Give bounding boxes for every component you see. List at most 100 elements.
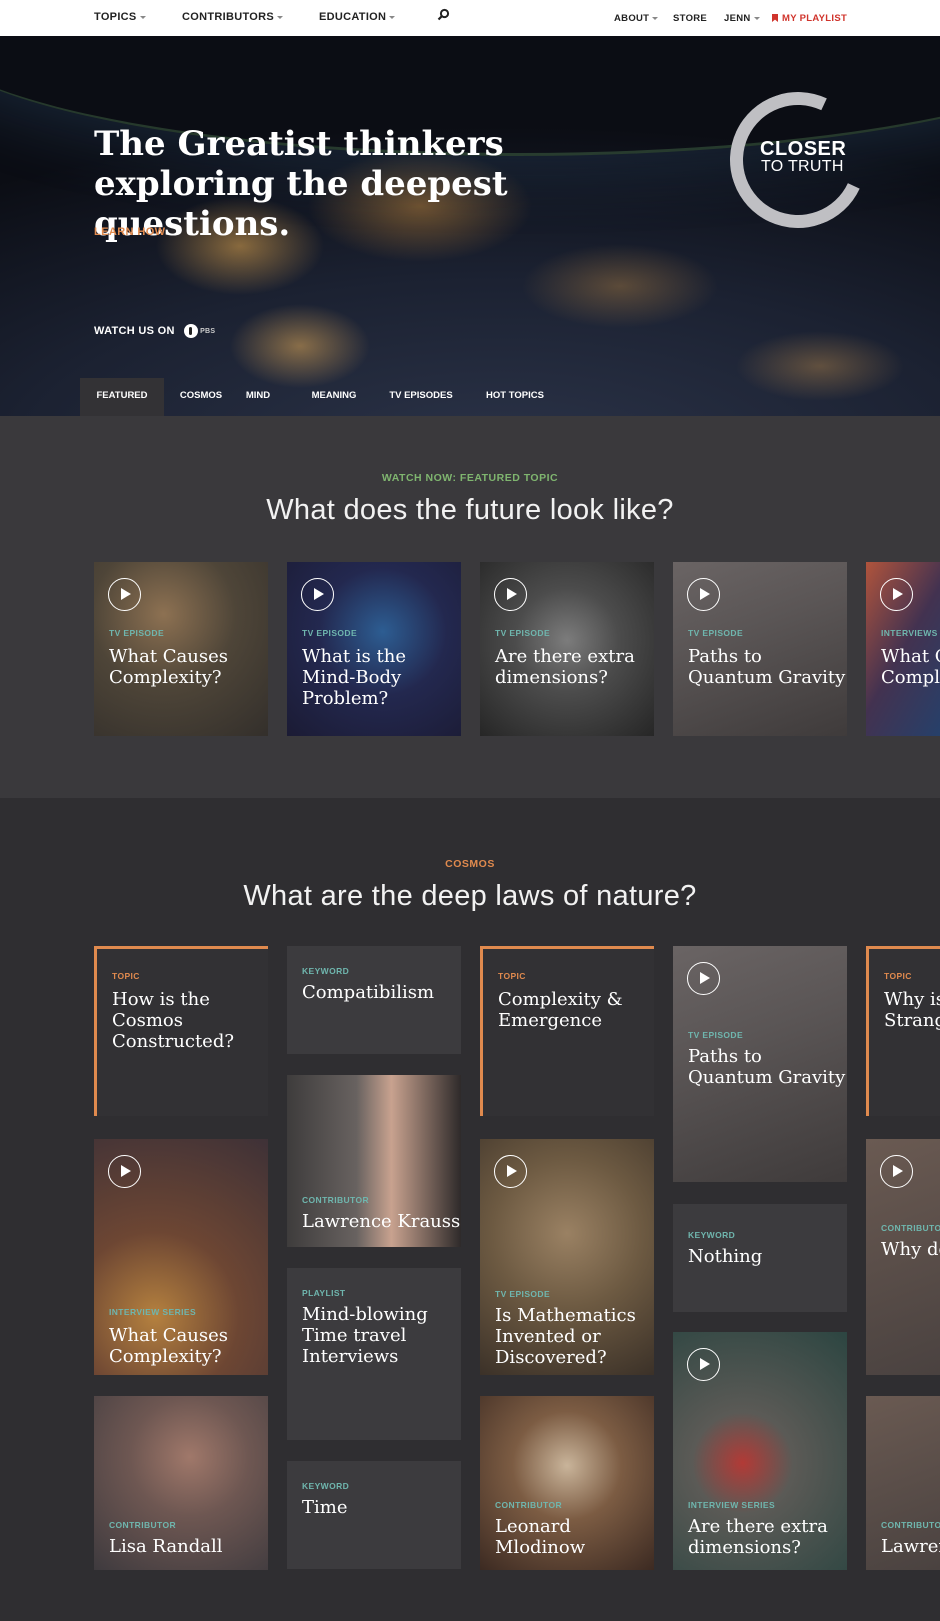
featured-card[interactable]: INTERVIEWS What Causes Complexity? (866, 562, 940, 736)
card-tag: TV EPISODE (109, 628, 165, 638)
featured-card[interactable]: TV EPISODE Are there extra dimensions? (480, 562, 654, 736)
watch-us-on-label: WATCH US ON (94, 324, 175, 337)
play-icon (687, 1348, 720, 1381)
card-title: How is the Cosmos Constructed? (112, 989, 235, 1052)
featured-section: WATCH NOW: FEATURED TOPIC What does the … (0, 416, 940, 798)
video-card[interactable]: TV EPISODE Paths to Quantum Gravity (673, 946, 847, 1182)
tab-featured[interactable]: FEATURED (80, 378, 164, 416)
nav-education[interactable]: EDUCATION (319, 11, 396, 23)
play-icon (687, 578, 720, 611)
topic-card[interactable]: TOPIC Complexity & Emergence (480, 946, 654, 1116)
playlist-card[interactable]: PLAYLIST Mind-blowing Time travel Interv… (287, 1268, 461, 1440)
nav-education-label: EDUCATION (319, 11, 387, 23)
contributor-card[interactable]: CONTRIBUTOR Lisa Randall (94, 1396, 268, 1570)
topic-card[interactable]: TOPIC How is the Cosmos Constructed? (94, 946, 268, 1116)
tab-meaning[interactable]: MEANING (306, 378, 362, 416)
card-title: Mind-blowing Time travel Interviews (302, 1304, 428, 1367)
card-tag: TOPIC (884, 971, 912, 981)
keyword-card[interactable]: KEYWORD Nothing (673, 1204, 847, 1312)
card-tag: TV EPISODE (495, 628, 551, 638)
nav-playlist-label: MY PLAYLIST (782, 13, 848, 24)
keyword-card[interactable]: KEYWORD Compatibilism (287, 946, 461, 1054)
card-tag: INTERVIEW SERIES (688, 1500, 776, 1510)
closer-to-truth-logo[interactable]: CLOSER TO TRUTH (710, 72, 886, 248)
featured-card[interactable]: TV EPISODE What is the Mind-Body Problem… (287, 562, 461, 736)
nav-about[interactable]: ABOUT (614, 13, 659, 24)
play-icon (880, 578, 913, 611)
card-tag: CONTRIBUTOR (109, 1520, 177, 1530)
card-title: Lawren (881, 1536, 940, 1557)
card-title: Leonard Mlodinow (495, 1516, 586, 1558)
nav-user[interactable]: JENN (724, 13, 760, 24)
card-title: Why do for sym (881, 1239, 940, 1260)
topic-card[interactable]: TOPIC Why is Quantum Strange? (866, 946, 940, 1116)
card-title: What Causes Complexity? (109, 646, 229, 688)
card-title: Are there extra dimensions? (495, 646, 635, 688)
video-card[interactable]: INTERVIEW SERIES Are there extra dimensi… (673, 1332, 847, 1570)
keyword-card[interactable]: KEYWORD Time (287, 1461, 461, 1569)
contributor-card[interactable]: CONTRIBUTOR Leonard Mlodinow (480, 1396, 654, 1570)
card-tag: TOPIC (498, 971, 526, 981)
chevron-down-icon (753, 16, 760, 20)
featured-eyebrow: WATCH NOW: FEATURED TOPIC (381, 472, 559, 484)
nav-topics[interactable]: TOPICS (94, 11, 146, 23)
nav-my-playlist[interactable]: MY PLAYLIST (772, 13, 847, 24)
cosmos-section: COSMOS What are the deep laws of nature?… (0, 798, 940, 1621)
play-icon (687, 962, 720, 995)
watch-us-on: WATCH US ON PBS (94, 324, 215, 338)
tab-mind[interactable]: MIND (240, 378, 276, 416)
card-title: Compatibilism (302, 982, 435, 1003)
card-tag: TV EPISODE (688, 1030, 744, 1040)
card-tag: TOPIC (112, 971, 140, 981)
search-icon (437, 8, 450, 21)
card-title: Paths to Quantum Gravity (688, 646, 846, 688)
play-icon (301, 578, 334, 611)
cosmos-heading: What are the deep laws of nature? (243, 880, 697, 912)
cosmos-eyebrow: COSMOS (445, 858, 495, 870)
card-title: Lisa Randall (109, 1536, 223, 1557)
nav-store[interactable]: STORE (673, 13, 707, 24)
tab-cosmos[interactable]: COSMOS (176, 378, 226, 416)
play-icon (108, 1155, 141, 1188)
card-title: What is the Mind-Body Problem? (302, 646, 406, 709)
card-title: Are there extra dimensions? (688, 1516, 828, 1558)
card-title: Why is Quantum Strange? (884, 989, 940, 1031)
nav-user-label: JENN (724, 13, 751, 24)
contributor-card[interactable]: CONTRIBUTOR Lawren (866, 1396, 940, 1570)
card-tag: KEYWORD (302, 1481, 350, 1491)
play-icon (880, 1155, 913, 1188)
card-tag: CONTRIBUTOR (302, 1195, 370, 1205)
featured-card[interactable]: TV EPISODE Paths to Quantum Gravity (673, 562, 847, 736)
card-tag: CONTRIBUTOR (881, 1223, 940, 1233)
nav-contributors[interactable]: CONTRIBUTORS (182, 11, 284, 23)
card-tag: CONTRIBUTOR (495, 1500, 563, 1510)
contributor-card[interactable]: CONTRIBUTOR Lawrence Krauss (287, 1075, 461, 1247)
card-tag: KEYWORD (302, 966, 350, 976)
nav-about-label: ABOUT (614, 13, 650, 24)
card-tag: TV EPISODE (302, 628, 358, 638)
hero-banner: The Greatist thinkers exploring the deep… (0, 36, 940, 416)
nav-topics-label: TOPICS (94, 11, 137, 23)
card-tag: PLAYLIST (302, 1288, 346, 1298)
chevron-down-icon (652, 16, 659, 20)
learn-how-link[interactable]: LEARN HOW (94, 226, 165, 238)
card-tag: TV EPISODE (495, 1289, 551, 1299)
pbs-logo[interactable]: PBS (184, 324, 215, 338)
logo-line2: TO TRUTH (761, 158, 844, 175)
card-title: Paths to Quantum Gravity (688, 1046, 846, 1088)
video-card[interactable]: CONTRIBUTOR Why do for sym (866, 1139, 940, 1375)
nav-contributors-label: CONTRIBUTORS (182, 11, 275, 23)
tab-hot-topics[interactable]: HOT TOPICS (480, 378, 550, 416)
card-title: Is Mathematics Invented or Discovered? (495, 1305, 636, 1368)
video-card[interactable]: INTERVIEW SERIES What Causes Complexity? (94, 1139, 268, 1375)
tab-tv-episodes[interactable]: TV EPISODES (386, 378, 456, 416)
card-title: Complexity & Emergence (498, 989, 623, 1031)
play-icon (108, 578, 141, 611)
chevron-down-icon (277, 15, 284, 19)
chevron-down-icon (139, 15, 146, 19)
video-card[interactable]: TV EPISODE Is Mathematics Invented or Di… (480, 1139, 654, 1375)
search-button[interactable] (437, 8, 450, 24)
featured-card[interactable]: TV EPISODE What Causes Complexity? (94, 562, 268, 736)
card-title: What Causes Complexity? (109, 1325, 229, 1367)
card-tag: KEYWORD (688, 1230, 736, 1240)
